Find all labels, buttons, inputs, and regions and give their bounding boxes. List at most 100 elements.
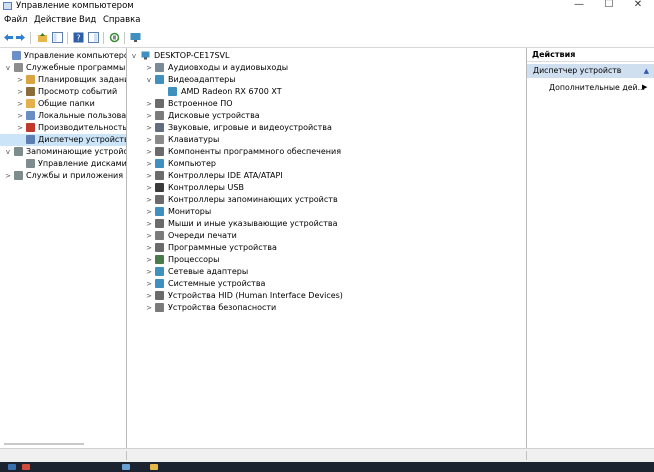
chevron-right-icon[interactable]: > xyxy=(145,110,153,122)
scan-hardware-icon[interactable] xyxy=(109,32,120,43)
console-tree-item[interactable]: > Производительность xyxy=(0,122,126,134)
actions-section-device-manager[interactable]: Диспетчер устройств ▲ xyxy=(527,64,654,78)
chevron-right-icon[interactable]: > xyxy=(145,218,153,230)
device-category[interactable]: > Системные устройства xyxy=(127,278,526,290)
taskbar-app-icon[interactable] xyxy=(122,464,130,470)
taskbar-app-icon[interactable] xyxy=(150,464,158,470)
maximize-button[interactable]: ☐ xyxy=(595,0,623,12)
chevron-right-icon[interactable]: > xyxy=(145,146,153,158)
chevron-right-icon[interactable]: > xyxy=(145,206,153,218)
device-category[interactable]: > Мониторы xyxy=(127,206,526,218)
device-category[interactable]: > Контроллеры USB xyxy=(127,182,526,194)
chevron-right-icon[interactable]: > xyxy=(145,158,153,170)
console-tree-label: Просмотр событий xyxy=(38,87,118,96)
chevron-right-icon[interactable]: > xyxy=(145,242,153,254)
menu-view[interactable]: Вид xyxy=(79,15,96,25)
chevron-right-icon[interactable]: > xyxy=(145,230,153,242)
status-separator xyxy=(126,451,127,460)
tools-icon xyxy=(14,63,23,72)
console-tree-item[interactable]: > Общие папки xyxy=(0,98,126,110)
console-tree-item[interactable]: > Планировщик заданий xyxy=(0,74,126,86)
device-label: Мыши и иные указывающие устройства xyxy=(168,219,338,228)
device-category[interactable]: > Сетевые адаптеры xyxy=(127,266,526,278)
back-arrow-icon[interactable] xyxy=(3,32,14,43)
chevron-down-icon[interactable]: v xyxy=(145,74,153,86)
console-tree-item[interactable]: v Запоминающие устройст xyxy=(0,146,126,158)
console-tree-item[interactable]: Управление компьютером (л xyxy=(0,50,126,62)
device-label: Устройства безопасности xyxy=(168,303,277,312)
device-category[interactable]: > Клавиатуры xyxy=(127,134,526,146)
device-category[interactable]: > Устройства HID (Human Interface Devices… xyxy=(127,290,526,302)
chevron-down-icon[interactable]: v xyxy=(4,62,12,74)
start-icon[interactable] xyxy=(8,464,16,470)
chevron-right-icon[interactable]: > xyxy=(16,86,24,98)
chevron-right-icon[interactable]: > xyxy=(145,62,153,74)
device-category[interactable]: > Компоненты программного обеспечения xyxy=(127,146,526,158)
console-tree-pane: Управление компьютером (л v Служебные прог… xyxy=(0,48,127,449)
console-tree-item[interactable]: Управление дисками xyxy=(0,158,126,170)
menu-action[interactable]: Действие xyxy=(34,15,77,25)
close-button[interactable]: ✕ xyxy=(624,0,652,12)
monitor-icon[interactable] xyxy=(130,32,141,43)
clock-icon xyxy=(26,75,35,84)
taskbar-app-icon[interactable] xyxy=(22,464,30,470)
horizontal-scrollbar[interactable] xyxy=(4,443,84,445)
chevron-right-icon[interactable]: > xyxy=(145,278,153,290)
device-category[interactable]: > Процессоры xyxy=(127,254,526,266)
device-category[interactable]: > Программные устройства xyxy=(127,242,526,254)
chevron-down-icon[interactable]: v xyxy=(4,146,12,158)
console-tree-label: Управление дисками xyxy=(38,159,127,168)
device-category[interactable]: > Очереди печати xyxy=(127,230,526,242)
chevron-right-icon[interactable]: > xyxy=(4,170,12,182)
console-tree-item[interactable]: > Локальные пользовате xyxy=(0,110,126,122)
more-actions-link[interactable]: Дополнительные дей... xyxy=(549,83,645,92)
chevron-right-icon[interactable]: > xyxy=(16,98,24,110)
console-tree-item[interactable]: > Службы и приложения xyxy=(0,170,126,182)
console-tree-item[interactable]: v Служебные программы xyxy=(0,62,126,74)
services-icon xyxy=(14,171,23,180)
chevron-right-icon[interactable]: > xyxy=(16,122,24,134)
storage-controller-icon xyxy=(155,195,164,204)
device-root-row[interactable]: v DESKTOP-CE17SVL xyxy=(127,50,526,62)
device-category[interactable]: > Звуковые, игровые и видеоустройства xyxy=(127,122,526,134)
console-tree-label: Службы и приложения xyxy=(26,171,124,180)
show-hide-tree-icon[interactable] xyxy=(52,32,63,43)
forward-arrow-icon[interactable] xyxy=(15,32,26,43)
device-category[interactable]: > Встроенное ПО xyxy=(127,98,526,110)
console-tree-item[interactable]: Диспетчер устройств xyxy=(0,134,126,146)
device-label: Системные устройства xyxy=(168,279,266,288)
device-item[interactable]: AMD Radeon RX 6700 XT xyxy=(127,86,526,98)
menu-file[interactable]: Файл xyxy=(4,15,27,25)
actions-pane: Действия Диспетчер устройств ▲ Дополните… xyxy=(527,48,654,449)
chevron-right-icon[interactable]: > xyxy=(145,290,153,302)
device-category[interactable]: v Видеоадаптеры xyxy=(127,74,526,86)
chevron-right-icon[interactable]: > xyxy=(145,254,153,266)
help-icon[interactable]: ? xyxy=(73,32,84,43)
console-tree-item[interactable]: > Просмотр событий xyxy=(0,86,126,98)
monitor-icon xyxy=(155,207,164,216)
chevron-right-icon[interactable]: > xyxy=(16,110,24,122)
device-category[interactable]: > Контроллеры IDE ATA/ATAPI xyxy=(127,170,526,182)
menu-help[interactable]: Справка xyxy=(103,15,140,25)
device-category[interactable]: > Контроллеры запоминающих устройств xyxy=(127,194,526,206)
chevron-right-icon[interactable]: > xyxy=(16,74,24,86)
device-category[interactable]: > Мыши и иные указывающие устройства xyxy=(127,218,526,230)
collapse-arrow-icon[interactable]: ▲ xyxy=(644,64,649,78)
properties-pane-icon[interactable] xyxy=(88,32,99,43)
chevron-right-icon[interactable]: > xyxy=(145,134,153,146)
device-category[interactable]: > Аудиовходы и аудиовыходы xyxy=(127,62,526,74)
minimize-button[interactable]: — xyxy=(565,0,593,12)
chevron-right-icon[interactable]: > xyxy=(145,122,153,134)
chevron-right-icon[interactable]: > xyxy=(145,194,153,206)
chevron-right-icon[interactable]: > xyxy=(145,266,153,278)
device-category[interactable]: > Компьютер xyxy=(127,158,526,170)
device-category[interactable]: > Дисковые устройства xyxy=(127,110,526,122)
chevron-right-icon[interactable]: > xyxy=(145,98,153,110)
chevron-down-icon[interactable]: v xyxy=(130,50,138,62)
device-category[interactable]: > Устройства безопасности xyxy=(127,302,526,314)
computer-icon xyxy=(155,159,164,168)
up-folder-icon[interactable] xyxy=(37,32,48,43)
chevron-right-icon[interactable]: > xyxy=(145,182,153,194)
chevron-right-icon[interactable]: > xyxy=(145,302,153,314)
chevron-right-icon[interactable]: > xyxy=(145,170,153,182)
